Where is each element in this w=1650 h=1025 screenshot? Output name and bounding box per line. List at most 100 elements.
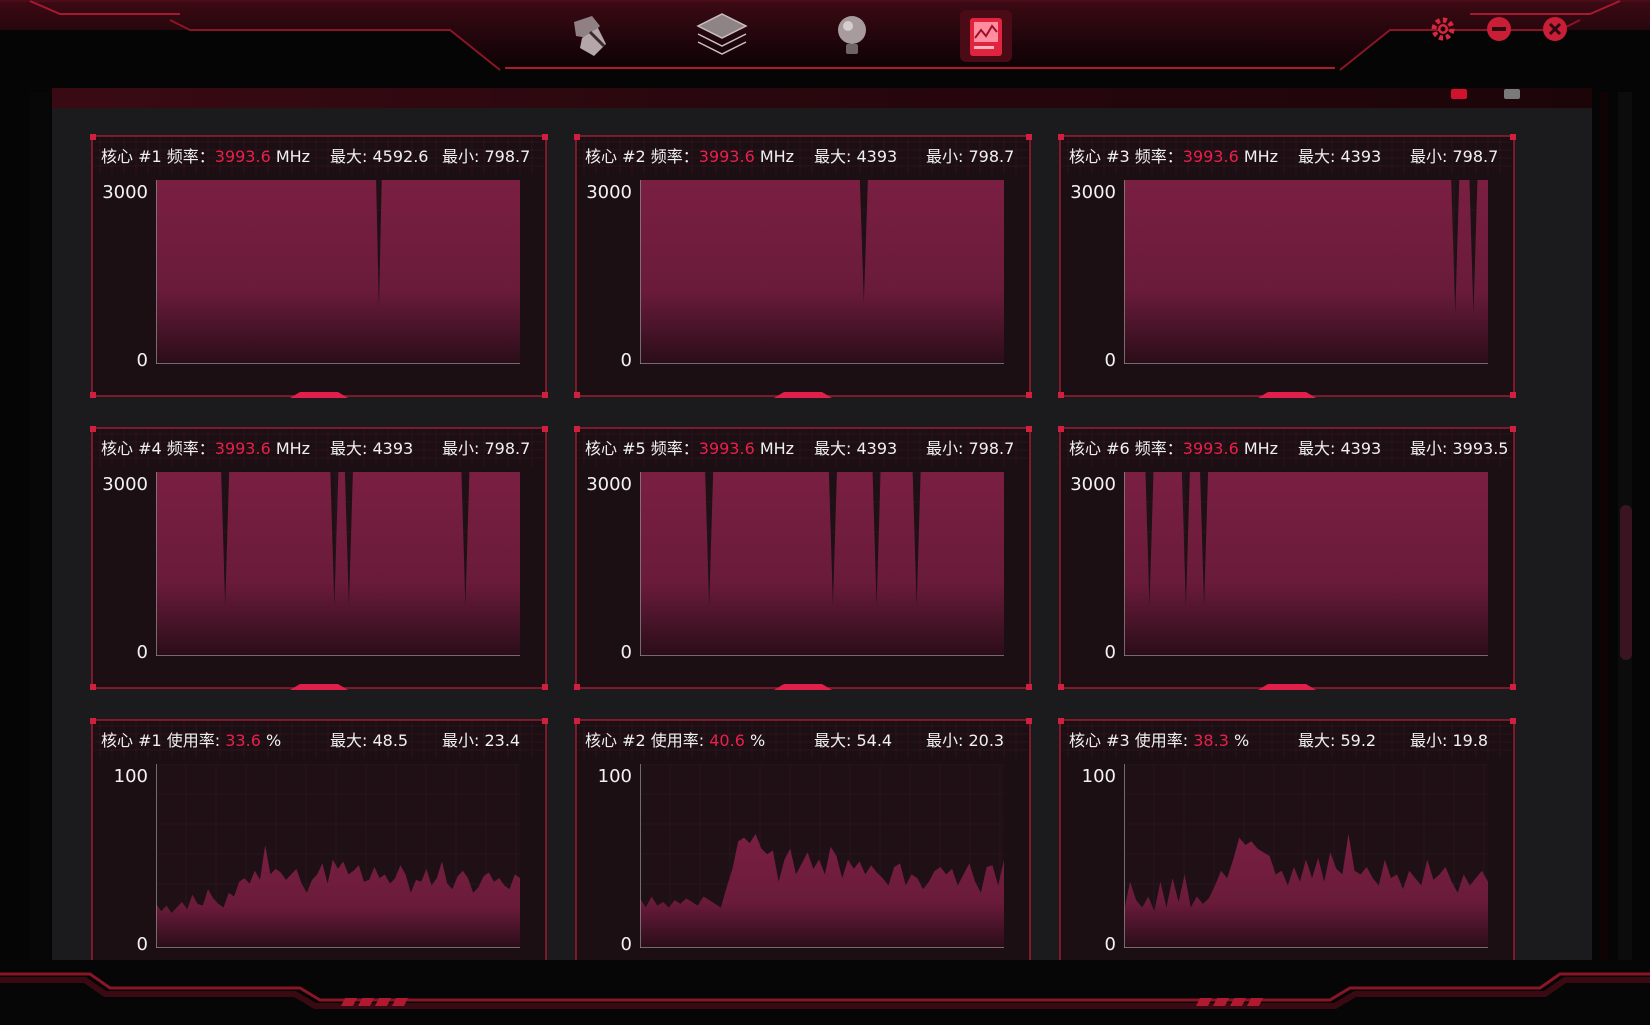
- chart-panel: 核心 #1 使用率: 33.6 % 最大: 48.5 最小: 23.4 100 0: [90, 718, 548, 960]
- metric-min: 最小: 798.7: [442, 147, 531, 166]
- metric-unit: %: [260, 731, 282, 750]
- panel-title: 核心 #1 使用率: 33.6 %: [101, 730, 281, 752]
- y-axis-max-label: 3000: [1070, 182, 1116, 203]
- chart-panel: 核心 #4 频率：3993.6 MHz 最大: 4393 最小: 798.7 3000…: [90, 426, 548, 690]
- panel-title: 核心 #2 频率：3993.6 MHz: [585, 146, 794, 168]
- metric-max: 最大: 59.2: [1298, 731, 1377, 750]
- metric-label: 核心 #2 频率：: [585, 147, 699, 166]
- y-axis-min-label: 0: [136, 642, 148, 663]
- y-axis-min-label: 0: [1104, 350, 1116, 371]
- monitor-content-area: 核心 #1 频率：3993.6 MHz 最大: 4592.6 最小: 798.7 30…: [52, 108, 1592, 960]
- metric-max: 最大: 4393: [814, 439, 898, 458]
- metric-area-chart: [156, 472, 520, 656]
- y-axis-max-label: 100: [113, 766, 148, 787]
- y-axis-max-label: 3000: [586, 474, 632, 495]
- metric-unit: %: [744, 731, 766, 750]
- metric-unit: MHz: [754, 439, 795, 458]
- metric-area-chart: [1124, 180, 1488, 364]
- monitor-report-icon[interactable]: [954, 8, 1018, 64]
- chart-panel: 核心 #2 使用率: 40.6 % 最大: 54.4 最小: 20.3 100 0: [574, 718, 1032, 960]
- y-axis-max-label: 3000: [102, 474, 148, 495]
- metric-unit: MHz: [1238, 439, 1279, 458]
- y-axis-min-label: 0: [136, 934, 148, 955]
- metric-current-value: 3993.6: [214, 147, 271, 166]
- metric-label: 核心 #3 使用率:: [1069, 731, 1194, 750]
- metric-current-value: 38.3: [1193, 731, 1229, 750]
- panel-title: 核心 #1 频率：3993.6 MHz: [101, 146, 310, 168]
- metric-current-value: 3993.6: [1182, 439, 1239, 458]
- metric-max: 最大: 4592.6: [330, 147, 429, 166]
- metric-label: 核心 #3 频率：: [1069, 147, 1183, 166]
- content-header-strip: [52, 88, 1592, 108]
- metric-area-chart: [640, 764, 1004, 948]
- metric-label: 核心 #6 频率：: [1069, 439, 1183, 458]
- chart-panel: 核心 #3 使用率: 38.3 % 最大: 59.2 最小: 19.8 100 0: [1058, 718, 1516, 960]
- y-axis-max-label: 3000: [1070, 474, 1116, 495]
- system-tweak-icon[interactable]: [560, 8, 624, 64]
- metric-area-chart: [156, 764, 520, 948]
- layers-icon[interactable]: [690, 8, 754, 64]
- metric-current-value: 3993.6: [698, 147, 755, 166]
- area-series: [640, 472, 1004, 656]
- y-axis-min-label: 0: [620, 350, 632, 371]
- minimize-icon[interactable]: [1484, 14, 1514, 44]
- y-axis-max-label: 100: [1081, 766, 1116, 787]
- red-toggle-button[interactable]: [1451, 89, 1467, 99]
- metric-max: 最大: 4393: [1298, 439, 1382, 458]
- metric-area-chart: [640, 472, 1004, 656]
- y-axis-max-label: 100: [597, 766, 632, 787]
- metric-min: 最小: 20.3: [926, 731, 1005, 750]
- metric-unit: %: [1228, 731, 1250, 750]
- metric-max: 最大: 54.4: [814, 731, 893, 750]
- area-series: [1124, 472, 1488, 656]
- y-axis-max-label: 3000: [102, 182, 148, 203]
- metric-min: 最小: 798.7: [926, 147, 1015, 166]
- settings-gear-icon[interactable]: [1428, 14, 1458, 44]
- metric-min: 最小: 23.4: [442, 731, 521, 750]
- chart-panel: 核心 #3 频率：3993.6 MHz 最大: 4393 最小: 798.7 3000…: [1058, 134, 1516, 398]
- chart-panel: 核心 #5 频率：3993.6 MHz 最大: 4393 最小: 798.7 3000…: [574, 426, 1032, 690]
- close-icon[interactable]: [1540, 14, 1570, 44]
- metric-unit: MHz: [1238, 147, 1279, 166]
- y-axis-min-label: 0: [620, 934, 632, 955]
- metric-max: 最大: 48.5: [330, 731, 409, 750]
- metric-max: 最大: 4393: [330, 439, 414, 458]
- metric-min: 最小: 3993.5: [1410, 439, 1509, 458]
- metric-label: 核心 #1 使用率:: [101, 731, 226, 750]
- metric-min: 最小: 19.8: [1410, 731, 1489, 750]
- metric-label: 核心 #2 使用率:: [585, 731, 710, 750]
- lightbulb-icon[interactable]: [820, 8, 884, 64]
- y-axis-min-label: 0: [620, 642, 632, 663]
- chart-panel: 核心 #6 频率：3993.6 MHz 最大: 4393 最小: 3993.5 300…: [1058, 426, 1516, 690]
- panel-title: 核心 #3 频率：3993.6 MHz: [1069, 146, 1278, 168]
- metric-min: 最小: 798.7: [926, 439, 1015, 458]
- metric-area-chart: [1124, 472, 1488, 656]
- metric-unit: MHz: [754, 147, 795, 166]
- y-axis-min-label: 0: [1104, 934, 1116, 955]
- scrollbar-thumb[interactable]: [1620, 505, 1632, 660]
- metric-unit: MHz: [270, 147, 311, 166]
- metric-area-chart: [156, 180, 520, 364]
- metric-label: 核心 #4 频率：: [101, 439, 215, 458]
- y-axis-min-label: 0: [1104, 642, 1116, 663]
- metric-max: 最大: 4393: [1298, 147, 1382, 166]
- panel-title: 核心 #3 使用率: 38.3 %: [1069, 730, 1249, 752]
- metric-min: 最小: 798.7: [1410, 147, 1499, 166]
- metric-label: 核心 #1 频率：: [101, 147, 215, 166]
- metric-current-value: 3993.6: [214, 439, 271, 458]
- metric-area-chart: [1124, 764, 1488, 948]
- top-navigation: [0, 0, 1650, 90]
- area-series: [1124, 180, 1488, 364]
- panel-title: 核心 #5 频率：3993.6 MHz: [585, 438, 794, 460]
- metric-area-chart: [640, 180, 1004, 364]
- metric-max: 最大: 4393: [814, 147, 898, 166]
- area-series: [156, 180, 520, 364]
- y-axis-min-label: 0: [136, 350, 148, 371]
- panel-title: 核心 #2 使用率: 40.6 %: [585, 730, 765, 752]
- y-axis-max-label: 3000: [586, 182, 632, 203]
- chart-panel: 核心 #2 频率：3993.6 MHz 最大: 4393 最小: 798.7 3000…: [574, 134, 1032, 398]
- metric-current-value: 3993.6: [698, 439, 755, 458]
- area-series: [640, 180, 1004, 364]
- grey-toggle-button[interactable]: [1504, 89, 1520, 99]
- panel-title: 核心 #6 频率：3993.6 MHz: [1069, 438, 1278, 460]
